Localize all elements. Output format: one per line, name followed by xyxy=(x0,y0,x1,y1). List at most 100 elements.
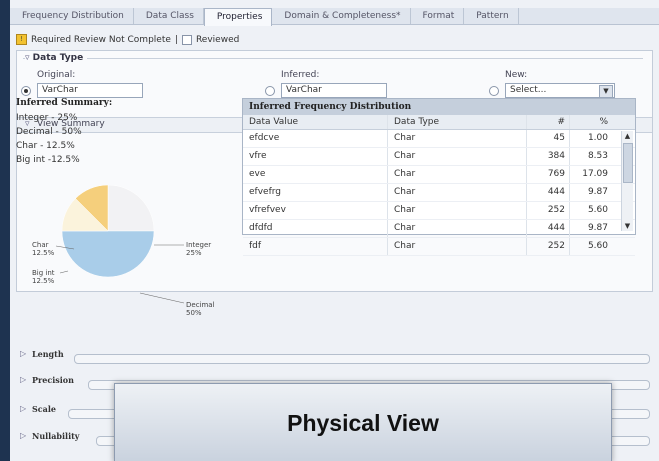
tab-format[interactable]: Format xyxy=(411,8,465,24)
cell-type: Char xyxy=(388,166,527,183)
summary-line-decimal: Decimal - 50% xyxy=(16,127,82,137)
section-length-label: Length xyxy=(32,349,64,359)
cell-value: efvefrg xyxy=(243,184,388,201)
col-header-value[interactable]: Data Value xyxy=(243,115,388,129)
new-type-select[interactable]: Select... ▼ xyxy=(505,83,615,98)
tab-properties[interactable]: Properties xyxy=(203,8,273,26)
freq-table-title: Inferred Frequency Distribution xyxy=(243,99,635,115)
cell-percent: 17.09 xyxy=(582,169,608,179)
review-status: Required Review Not Complete xyxy=(31,34,171,45)
table-row[interactable]: efdcve Char 45 1.00 xyxy=(243,130,635,148)
section-nullability-label: Nullability xyxy=(32,431,80,441)
section-precision-label: Precision xyxy=(32,375,74,385)
section-scale-label: Scale xyxy=(32,404,56,414)
expand-icon: ▷ xyxy=(20,404,27,413)
reviewed-checkbox[interactable] xyxy=(181,34,192,45)
review-bar: ! Required Review Not Complete | Reviewe… xyxy=(16,34,239,45)
pie-slice-integer xyxy=(107,184,155,232)
freq-table-body: efdcve Char 45 1.00 vfre Char 384 8.53 eve Char 76… xyxy=(243,130,635,256)
cell-count: 252 xyxy=(527,238,570,255)
pie-svg: Char 12.5% Big int 12.5% Integer 25% Decimal 50… xyxy=(32,184,215,317)
overlay-title: Physical View xyxy=(287,410,439,436)
cell-type: Char xyxy=(388,220,527,237)
tab-bar: Frequency Distribution Data Class Proper… xyxy=(10,8,659,26)
data-type-legend[interactable]: ▿ Data Type xyxy=(25,53,88,63)
tab-frequency-distribution[interactable]: Frequency Distribution xyxy=(10,8,134,24)
table-row[interactable]: fdf Char 252 5.60 xyxy=(243,238,635,256)
pie-label-decimal: Decimal 50% xyxy=(186,301,215,315)
reviewed-label: Reviewed xyxy=(195,34,240,45)
cell-count: 384 xyxy=(527,148,570,165)
summary-line-bigint: Big int -12.5% xyxy=(16,155,80,165)
inferred-radio[interactable] xyxy=(265,86,275,96)
section-divider xyxy=(74,354,650,364)
scroll-thumb[interactable] xyxy=(623,143,633,183)
tab-domain-completeness[interactable]: Domain & Completeness* xyxy=(272,8,411,24)
type-pie-chart: Char 12.5% Big int 12.5% Integer 25% Decimal 50… xyxy=(30,184,240,318)
table-row[interactable]: vfrefvev Char 252 5.60 xyxy=(243,202,635,220)
cell-percent: 1.00 xyxy=(587,133,608,143)
freq-table: Inferred Frequency Distribution Data Val… xyxy=(242,98,636,256)
cell-count: 252 xyxy=(527,202,570,219)
tab-pattern[interactable]: Pattern xyxy=(464,8,519,24)
cell-value: dfdfd xyxy=(243,220,388,237)
expand-icon: ▷ xyxy=(20,431,27,440)
cell-value: vfre xyxy=(243,148,388,165)
cell-percent: 9.87 xyxy=(587,187,608,197)
pie-label-bigint: Big int 12.5% xyxy=(32,269,55,285)
cell-percent: 9.87 xyxy=(587,223,608,233)
cell-value: fdf xyxy=(243,238,388,255)
new-radio[interactable] xyxy=(489,86,499,96)
cell-type: Char xyxy=(388,238,527,255)
pie-leader-decimal xyxy=(139,292,185,304)
expand-icon: ▷ xyxy=(20,375,27,384)
inferred-label: Inferred: xyxy=(281,70,320,80)
cell-type: Char xyxy=(388,202,527,219)
cell-percent: 5.60 xyxy=(587,205,608,215)
pie-slice-decimal xyxy=(61,230,155,278)
collapse-icon: ▿ xyxy=(25,53,30,63)
chevron-down-icon[interactable]: ▼ xyxy=(599,85,613,98)
pie-leader-bigint xyxy=(59,270,69,274)
original-radio[interactable] xyxy=(21,86,31,96)
cell-percent: 8.53 xyxy=(587,151,608,161)
inferred-field[interactable]: VarChar xyxy=(281,83,387,98)
cell-type: Char xyxy=(388,130,527,147)
cell-value: efdcve xyxy=(243,130,388,147)
table-row[interactable]: efvefrg Char 444 9.87 xyxy=(243,184,635,202)
app-frame: Frequency Distribution Data Class Proper… xyxy=(10,0,659,461)
original-field[interactable]: VarChar xyxy=(37,83,143,98)
section-length[interactable]: ▷ Length xyxy=(16,348,652,364)
cell-count: 45 xyxy=(527,130,570,147)
cell-count: 769 xyxy=(527,166,570,183)
summary-line-integer: Integer - 25% xyxy=(16,113,78,123)
warning-icon: ! xyxy=(16,34,27,45)
summary-line-char: Char - 12.5% xyxy=(16,141,75,151)
separator: | xyxy=(174,34,178,45)
col-header-type[interactable]: Data Type xyxy=(388,115,527,129)
cell-count: 444 xyxy=(527,220,570,237)
data-type-title: Data Type xyxy=(32,53,84,63)
physical-view-overlay: Physical View xyxy=(114,383,612,461)
cell-percent: 5.60 xyxy=(587,241,608,251)
inferred-summary-title: Inferred Summary: xyxy=(16,98,113,108)
scroll-down-icon[interactable]: ▼ xyxy=(622,221,633,231)
new-type-value: Select... xyxy=(510,85,547,95)
pie-label-integer: Integer 25% xyxy=(186,241,211,257)
col-header-percent[interactable]: % xyxy=(570,115,612,129)
divider xyxy=(23,58,643,59)
table-row[interactable]: dfdfd Char 444 9.87 xyxy=(243,220,635,238)
cell-count: 444 xyxy=(527,184,570,201)
scroll-up-icon[interactable]: ▲ xyxy=(622,131,633,141)
table-row[interactable]: eve Char 769 17.09 xyxy=(243,166,635,184)
col-header-count[interactable]: # xyxy=(527,115,570,129)
tab-data-class[interactable]: Data Class xyxy=(134,8,204,24)
cell-type: Char xyxy=(388,184,527,201)
cell-type: Char xyxy=(388,148,527,165)
table-row[interactable]: vfre Char 384 8.53 xyxy=(243,148,635,166)
expand-icon: ▷ xyxy=(20,349,27,358)
original-label: Original: xyxy=(37,70,76,80)
table-scrollbar[interactable]: ▲ ▼ xyxy=(621,131,633,231)
pie-label-char: Char 12.5% xyxy=(32,241,55,257)
cell-value: eve xyxy=(243,166,388,183)
